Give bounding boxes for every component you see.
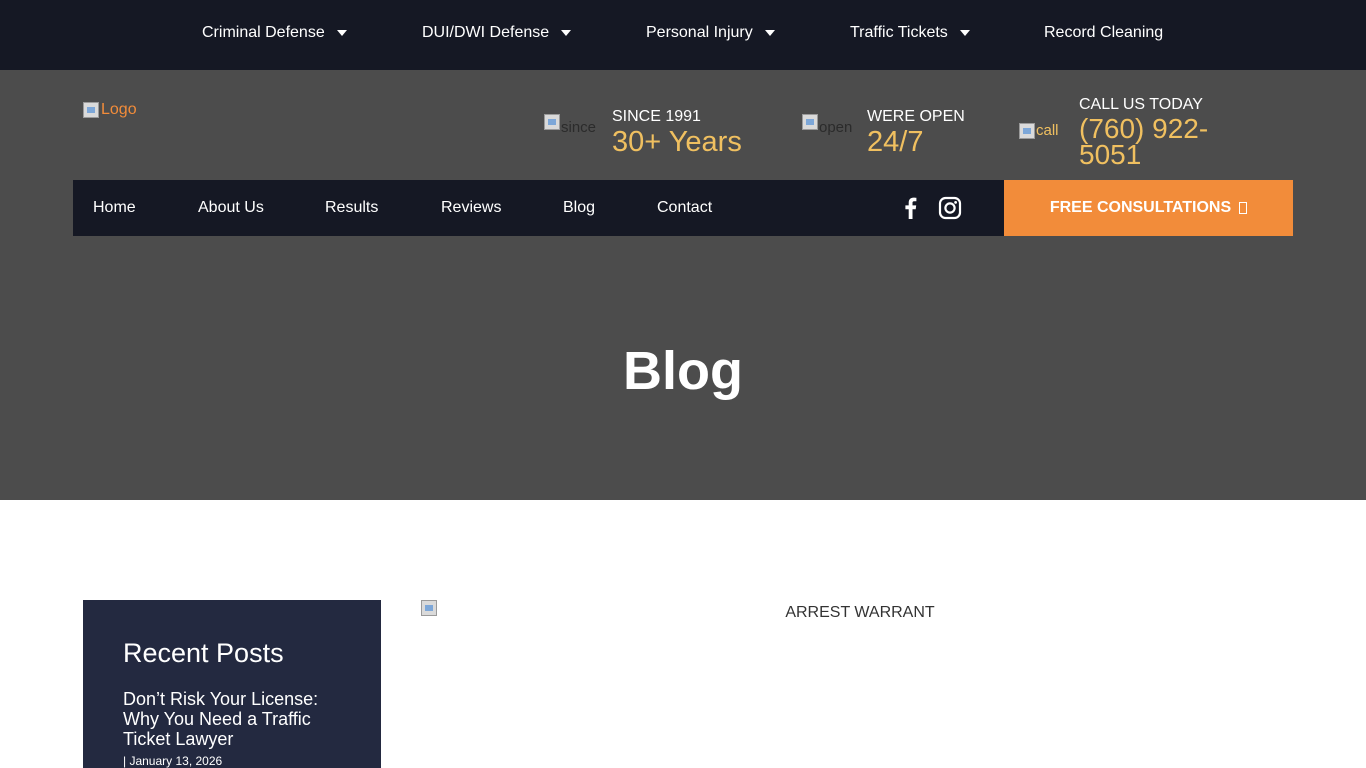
since-label: SINCE 1991 [612, 108, 701, 125]
recent-posts-heading: Recent Posts [123, 638, 284, 668]
since-value: 30+ Years [612, 126, 742, 158]
nav-record-cleaning-label: Record Cleaning [1044, 24, 1164, 41]
nav-criminal-defense-label: Criminal Defense [202, 24, 325, 41]
nav-contact[interactable]: Contact [657, 199, 712, 217]
open-icon: open [802, 114, 852, 135]
arrow-icon [1239, 202, 1248, 214]
since-icon-alt: since [561, 119, 597, 136]
nav-dui-dwi-defense[interactable]: DUI/DWI Defense [422, 24, 572, 42]
nav-reviews[interactable]: Reviews [441, 199, 501, 217]
page-title: Blog [623, 341, 743, 401]
article-image-alt: ARREST WARRANT [785, 604, 935, 621]
broken-image-icon [1019, 122, 1035, 139]
practice-areas-bar: Criminal Defense DUI/DWI Defense Persona… [0, 0, 1366, 70]
nav-criminal-defense[interactable]: Criminal Defense [202, 24, 347, 42]
broken-image-icon [802, 114, 818, 130]
call-icon-alt: call [1036, 122, 1059, 139]
site-logo[interactable]: Logo [83, 101, 137, 119]
nav-traffic-tickets[interactable]: Traffic Tickets [850, 24, 970, 42]
nav-personal-injury-label: Personal Injury [646, 24, 753, 41]
caret-down-icon [336, 30, 347, 36]
broken-image-icon [544, 114, 560, 130]
facebook-icon[interactable] [897, 195, 923, 221]
since-icon: since [544, 114, 596, 135]
recent-posts-sidebar: Recent Posts Don’t Risk Your License: Wh… [83, 600, 381, 768]
nav-personal-injury[interactable]: Personal Injury [646, 24, 775, 42]
logo-alt-text: Logo [101, 101, 137, 118]
main-navigation: Home About Us Results Reviews Blog Conta… [73, 180, 1004, 236]
article-featured-image: ARREST WARRANT [421, 600, 1293, 768]
call-label: CALL US TODAY [1079, 96, 1203, 113]
nav-record-cleaning[interactable]: Record Cleaning [1044, 24, 1163, 42]
broken-image-icon [83, 102, 99, 118]
call-icon: call [1019, 122, 1059, 139]
caret-down-icon [561, 30, 572, 36]
recent-post-date: | January 13, 2026 [123, 754, 223, 768]
phone-number-link[interactable]: (760) 922-5051 [1079, 115, 1259, 169]
recent-post-link[interactable]: Don’t Risk Your License: Why You Need a … [123, 689, 343, 749]
nav-home[interactable]: Home [93, 199, 136, 217]
nav-dui-label: DUI/DWI Defense [422, 24, 550, 41]
open-icon-alt: open [819, 119, 853, 136]
nav-blog[interactable]: Blog [563, 199, 595, 217]
caret-down-icon [959, 30, 970, 36]
cta-label: FREE CONSULTATIONS [1049, 199, 1232, 216]
open-label: WERE OPEN [867, 108, 965, 125]
free-consultations-button[interactable]: FREE CONSULTATIONS [1004, 180, 1293, 236]
caret-down-icon [764, 30, 775, 36]
nav-traffic-tickets-label: Traffic Tickets [850, 24, 948, 41]
nav-results[interactable]: Results [325, 199, 378, 217]
nav-about-us[interactable]: About Us [198, 199, 264, 217]
instagram-icon[interactable] [937, 195, 963, 221]
open-value: 24/7 [867, 126, 924, 158]
